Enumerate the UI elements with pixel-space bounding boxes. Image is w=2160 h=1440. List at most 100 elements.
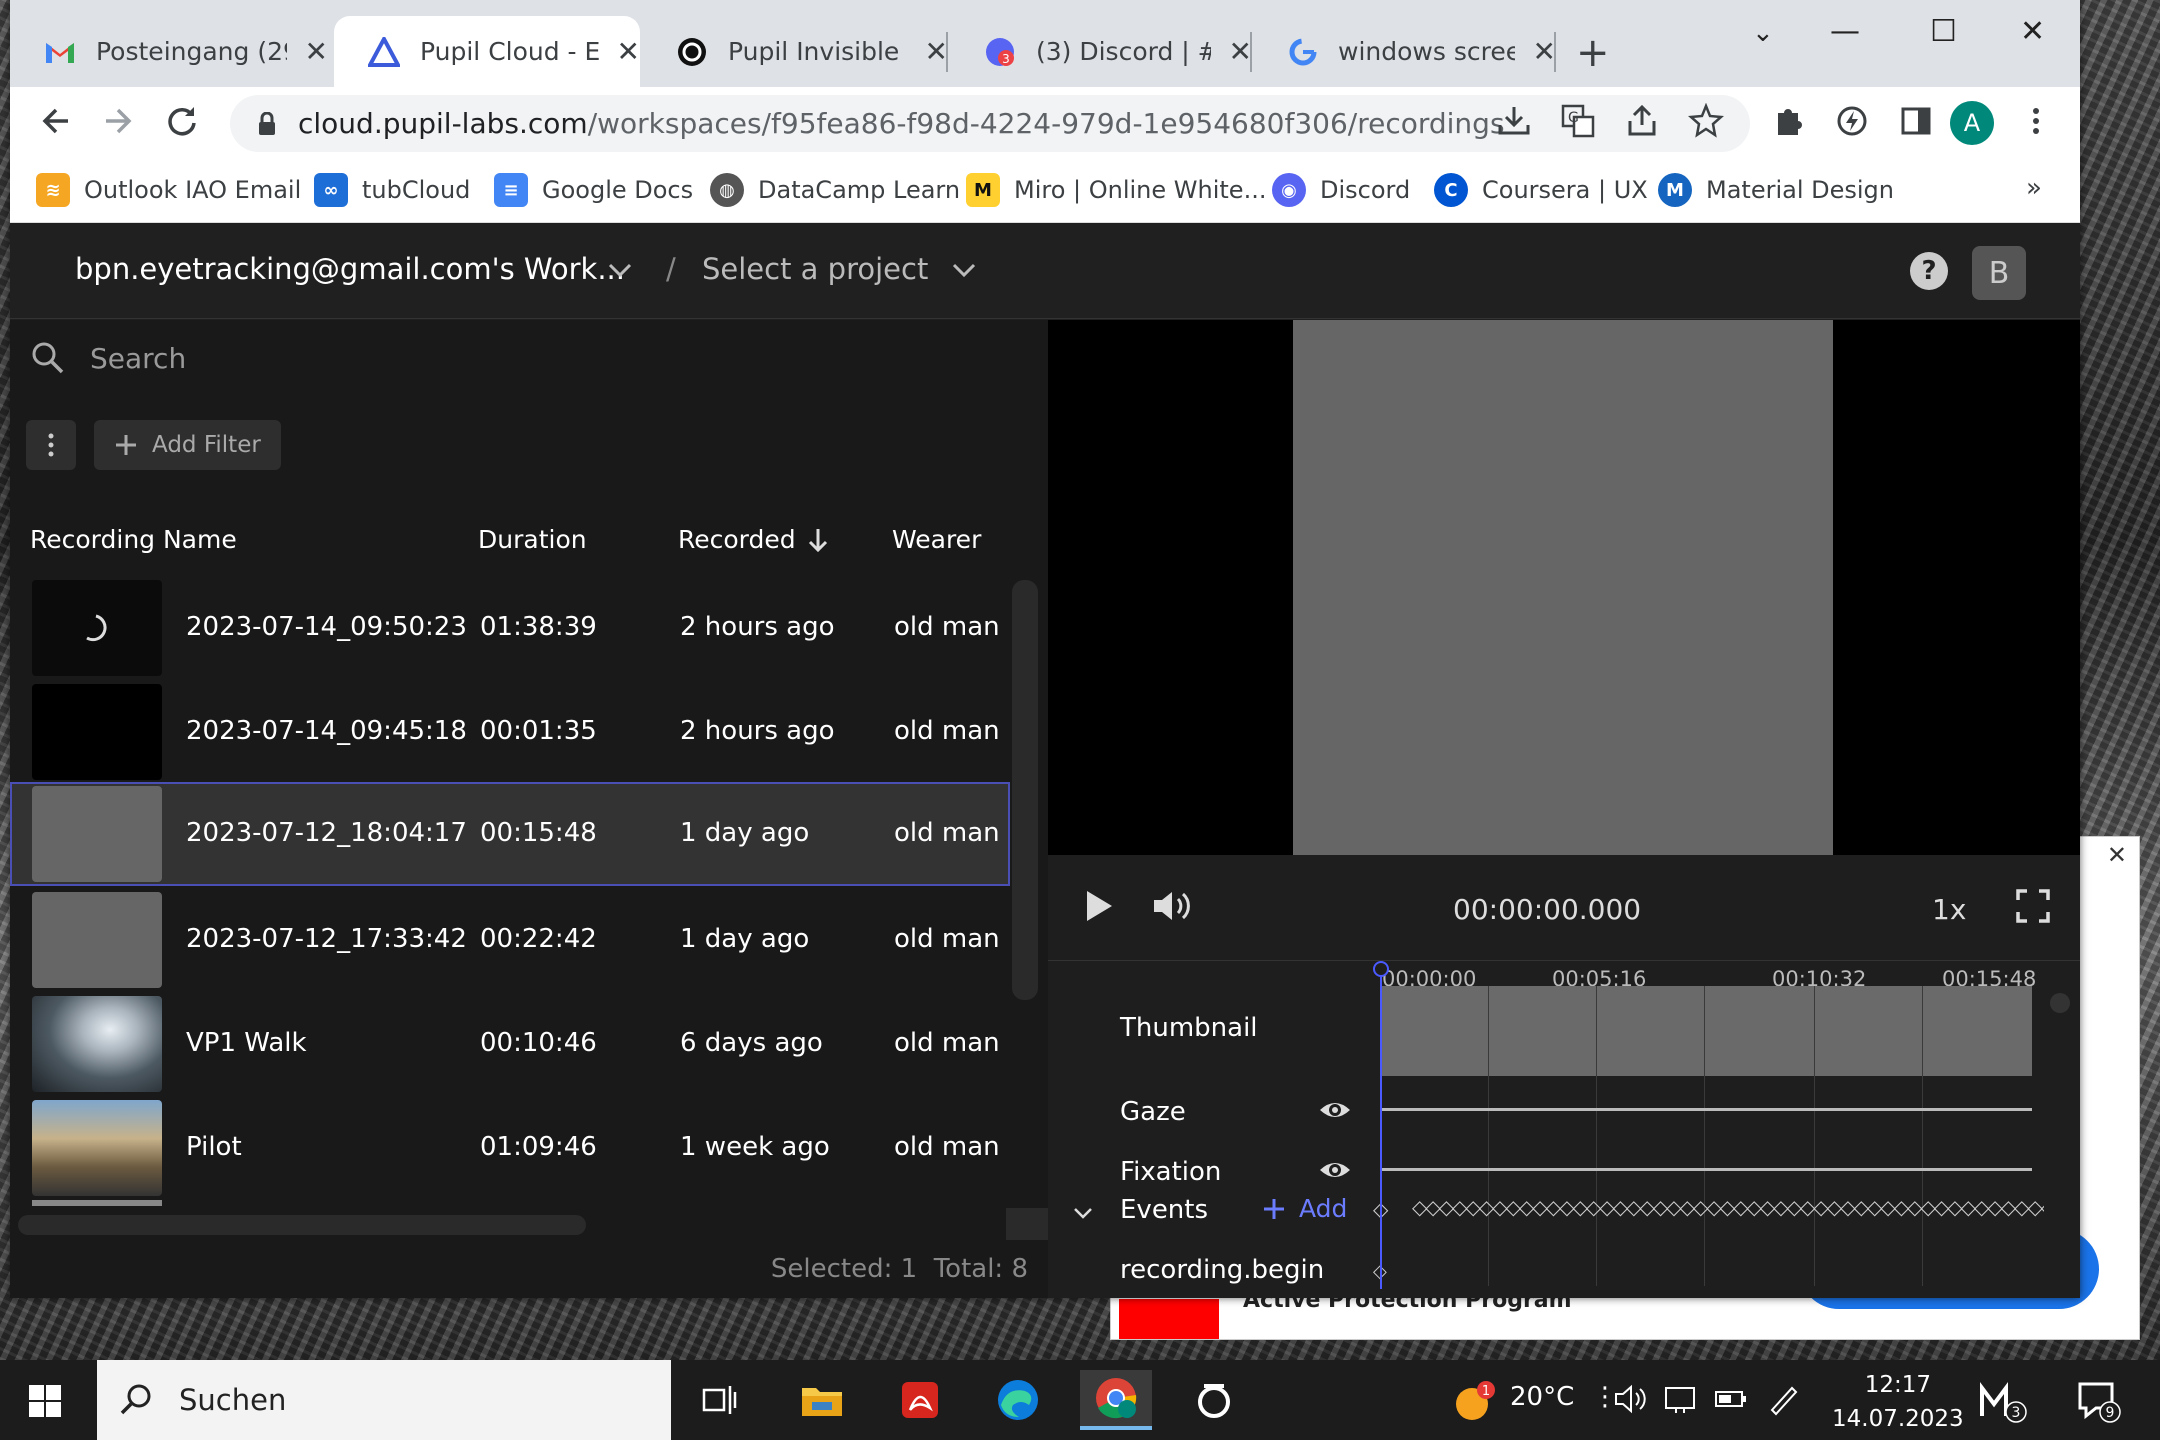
tab-google-search[interactable]: windows screens ✕ (1254, 16, 1556, 87)
maximize-button[interactable]: ☐ (1930, 14, 1957, 49)
workspace-selector[interactable]: bpn.eyetracking@gmail.com's Work... (75, 252, 625, 286)
ms-app-icon[interactable]: 3 (1980, 1380, 2030, 1424)
tab-close-icon[interactable]: ✕ (925, 35, 948, 68)
project-selector[interactable]: Select a project (702, 252, 928, 286)
more-options-button[interactable] (26, 420, 76, 470)
lock-icon[interactable] (258, 111, 276, 136)
events-track[interactable]: ◇◇◇◇◇◇◇◇◇◇◇◇◇◇◇◇◇◇◇◇◇◇◇◇◇◇◇◇◇◇◇◇◇◇◇◇◇◇◇◇… (1412, 1195, 2044, 1219)
bookmark-google-docs[interactable]: ≡ Google Docs (494, 173, 693, 207)
bookmark-coursera[interactable]: C Coursera | UX (1434, 173, 1648, 207)
recording-duration: 00:01:35 (480, 716, 597, 746)
edge-browser-icon[interactable] (982, 1370, 1054, 1430)
play-icon[interactable] (1084, 889, 1114, 923)
install-app-icon[interactable] (1496, 103, 1532, 139)
search-input[interactable]: Search (90, 342, 186, 375)
tab-pupil-invisible[interactable]: Pupil Invisible - I ✕ (642, 16, 948, 87)
tab-close-icon[interactable]: ✕ (305, 35, 328, 68)
bookmark-discord[interactable]: ◉ Discord (1272, 173, 1410, 207)
bookmark-outlook[interactable]: ≋ Outlook IAO Email (36, 173, 301, 207)
column-header-wearer[interactable]: Wearer (892, 525, 981, 554)
tab-discord[interactable]: 3 (3) Discord | #inv ✕ (950, 16, 1252, 87)
new-tab-button[interactable]: + (1576, 30, 1610, 76)
table-row[interactable]: VP1 Walk 00:10:46 6 days ago old man (10, 992, 1010, 1096)
bookmarks-overflow-icon[interactable]: » (2026, 173, 2042, 203)
recording-recorded: 2 hours ago (680, 612, 835, 642)
speaker-icon[interactable] (1614, 1384, 1648, 1414)
table-row[interactable]: 2023-07-14_09:45:18 00:01:35 2 hours ago… (10, 680, 1010, 784)
bookmark-star-icon[interactable] (1688, 103, 1724, 139)
forward-icon[interactable] (100, 103, 136, 139)
add-filter-button[interactable]: Add Filter (94, 420, 281, 470)
windows-start-icon[interactable] (28, 1384, 62, 1418)
minimize-button[interactable]: — (1830, 14, 1860, 49)
column-header-duration[interactable]: Duration (478, 525, 587, 554)
weather-icon[interactable]: 1 (1452, 1380, 1496, 1424)
table-row[interactable]: 2023-07-12_17:33:42 00:22:42 1 day ago o… (10, 888, 1010, 992)
column-header-name[interactable]: Recording Name (30, 525, 237, 554)
sort-down-icon[interactable] (806, 526, 830, 554)
horizontal-scrollbar[interactable] (18, 1215, 586, 1235)
eye-icon[interactable] (1318, 1098, 1352, 1122)
adobe-acrobat-icon[interactable] (884, 1370, 956, 1430)
taskbar-search[interactable]: Suchen (97, 1360, 671, 1440)
bookmark-datacamp[interactable]: ◍ DataCamp Learn (710, 173, 960, 207)
tab-gmail[interactable]: Posteingang (29 ✕ (10, 16, 328, 87)
tab-close-icon[interactable]: ✕ (1229, 35, 1252, 68)
temperature-display[interactable]: 20°C (1510, 1382, 1574, 1412)
table-row[interactable]: Pilot 01:09:46 1 week ago old man (10, 1096, 1010, 1200)
tab-search-chevron-icon[interactable]: ⌄ (1752, 18, 1774, 48)
timeline-scroll-handle[interactable] (2050, 993, 2070, 1013)
playback-speed-button[interactable]: 1x (1932, 893, 1966, 926)
chrome-menu-icon[interactable] (2030, 103, 2042, 139)
chevron-down-icon[interactable] (950, 260, 978, 280)
gaze-track[interactable] (1380, 1108, 2032, 1111)
profile-avatar[interactable]: A (1950, 101, 1994, 145)
task-view-icon[interactable] (684, 1370, 756, 1430)
volume-icon[interactable] (1152, 889, 1192, 923)
bookmark-miro[interactable]: M Miro | Online White... (966, 173, 1266, 207)
column-header-recorded[interactable]: Recorded (678, 525, 796, 554)
playhead-handle[interactable] (1373, 961, 1389, 977)
network-icon[interactable] (1664, 1384, 1698, 1414)
thumbnail-track[interactable] (1380, 986, 2032, 1076)
tab-close-icon[interactable]: ✕ (1533, 35, 1556, 68)
extensions-icon[interactable] (1770, 103, 1806, 139)
player-controls: 00:00:00.000 1x (1048, 855, 2080, 960)
close-window-button[interactable]: ✕ (2020, 14, 2045, 49)
bookmark-tubcloud[interactable]: ∞ tubCloud (314, 173, 470, 207)
bookmark-material-design[interactable]: M Material Design (1658, 173, 1894, 207)
video-viewport[interactable] (1048, 320, 2080, 855)
tab-pupil-cloud[interactable]: Pupil Cloud - Eye ✕ (334, 16, 640, 87)
back-icon[interactable] (38, 103, 74, 139)
performance-icon[interactable] (1834, 103, 1870, 139)
user-avatar[interactable]: B (1972, 246, 2026, 300)
pupil-app-icon[interactable] (1178, 1370, 1250, 1430)
taskbar-clock[interactable]: 12:17 14.07.2023 (1832, 1368, 1964, 1436)
vertical-scrollbar[interactable] (1012, 580, 1038, 1000)
file-explorer-icon[interactable] (786, 1370, 858, 1430)
playhead[interactable] (1380, 969, 1382, 1289)
tab-close-icon[interactable]: ✕ (617, 35, 640, 68)
fullscreen-icon[interactable] (2016, 889, 2050, 923)
share-icon[interactable] (1624, 103, 1660, 139)
add-event-button[interactable]: Add (1263, 1194, 1347, 1223)
translate-icon[interactable]: G (1560, 103, 1596, 139)
chevron-down-icon[interactable] (606, 260, 634, 280)
tab-separator (1250, 32, 1252, 72)
side-panel-icon[interactable] (1898, 103, 1934, 139)
chrome-browser-icon[interactable] (1080, 1370, 1152, 1430)
table-row[interactable]: 2023-07-14_09:50:23 01:38:39 2 hours ago… (10, 576, 1010, 680)
pen-icon[interactable] (1766, 1382, 1800, 1416)
scrollbar-corner (1006, 1208, 1048, 1240)
popup-close-icon[interactable]: ✕ (2107, 841, 2127, 869)
help-icon[interactable]: ? (1910, 252, 1948, 290)
fixation-track[interactable] (1380, 1168, 2032, 1171)
recording-name: 2023-07-12_18:04:17 (186, 818, 467, 848)
notification-center-icon[interactable]: 9 (2076, 1380, 2126, 1424)
table-row-selected[interactable]: 2023-07-12_18:04:17 00:15:48 1 day ago o… (10, 782, 1010, 886)
battery-icon[interactable] (1714, 1386, 1748, 1412)
eye-icon[interactable] (1318, 1158, 1352, 1182)
chevron-down-icon[interactable] (1072, 1205, 1094, 1221)
search-bar[interactable]: Search (30, 340, 186, 376)
reload-icon[interactable] (164, 103, 200, 139)
